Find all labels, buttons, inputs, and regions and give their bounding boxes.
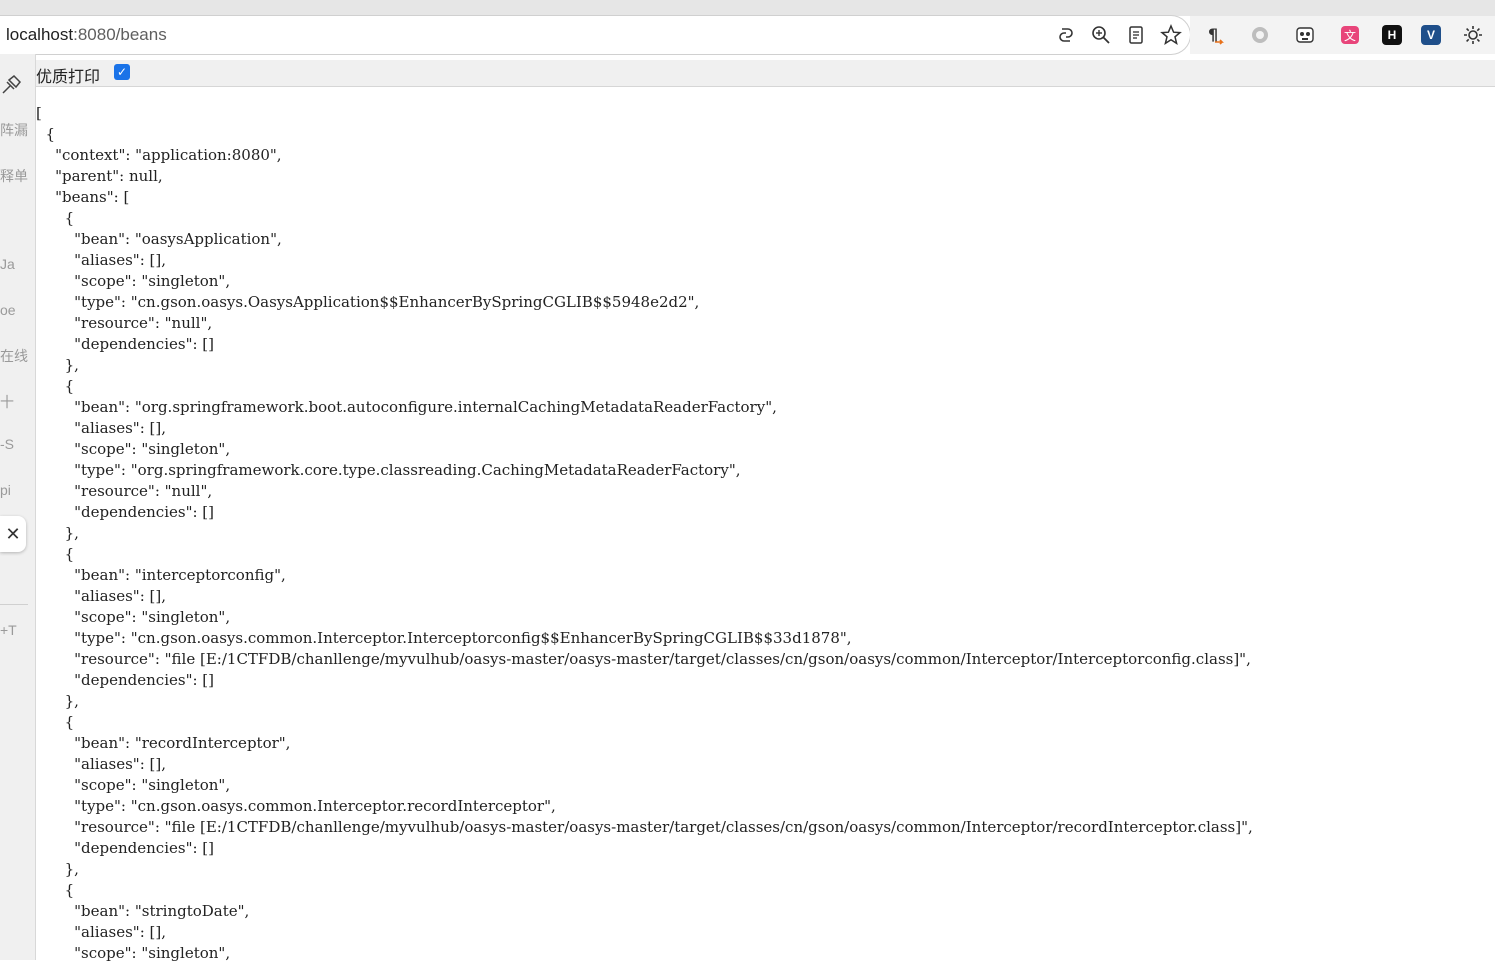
json-line: "scope": "singleton",	[36, 944, 231, 962]
json-line: "dependencies": []	[36, 839, 215, 857]
json-line: {	[36, 377, 75, 395]
v-extension-icon[interactable]: V	[1421, 25, 1441, 45]
json-line: "bean": "org.springframework.boot.autoco…	[36, 398, 777, 416]
side-item-2[interactable]: Ja	[0, 256, 35, 272]
close-icon[interactable]: ✕	[0, 516, 26, 552]
json-line: "aliases": [],	[36, 587, 166, 605]
json-line: {	[36, 125, 56, 143]
json-line: },	[36, 524, 79, 542]
browser-top-strip	[0, 0, 1495, 16]
json-line: "scope": "singleton",	[36, 440, 231, 458]
json-line: {	[36, 209, 75, 227]
json-line: },	[36, 860, 79, 878]
side-item-3[interactable]: oe	[0, 302, 35, 318]
side-item-6[interactable]: -S	[0, 436, 35, 452]
translate-extension-icon[interactable]: 文	[1337, 22, 1363, 48]
address-bar-actions	[1053, 22, 1184, 48]
address-bar[interactable]: localhost:8080/beans	[0, 16, 1190, 54]
json-line: "context": "application:8080",	[36, 146, 282, 164]
json-line: [	[36, 104, 42, 122]
json-line: {	[36, 713, 75, 731]
side-item-4[interactable]: 在线	[0, 346, 35, 366]
json-line: "resource": "null",	[36, 314, 213, 332]
side-panel: 阵漏 释单 Ja oe 在线 十 -S pi ✕ +T	[0, 54, 36, 960]
json-line: "type": "cn.gson.oasys.common.Intercepto…	[36, 629, 852, 647]
side-item-7[interactable]: pi	[0, 482, 35, 498]
url-host: localhost	[6, 25, 74, 44]
json-line: "type": "cn.gson.oasys.common.Intercepto…	[36, 797, 556, 815]
json-line: {	[36, 545, 75, 563]
side-item-8[interactable]: +T	[0, 622, 35, 638]
svg-text:文: 文	[1344, 28, 1356, 43]
json-line: "bean": "stringtoDate",	[36, 902, 250, 920]
json-line: "type": "cn.gson.oasys.OasysApplication$…	[36, 293, 700, 311]
json-line: "bean": "recordInterceptor",	[36, 734, 291, 752]
svg-text:¶: ¶	[1208, 25, 1218, 44]
json-line: },	[36, 692, 79, 710]
json-line: "scope": "singleton",	[36, 608, 231, 626]
json-line: "aliases": [],	[36, 419, 166, 437]
pretty-print-checkbox[interactable]: ✓	[114, 64, 130, 80]
json-line: "scope": "singleton",	[36, 776, 231, 794]
json-line: },	[36, 356, 79, 374]
settings-extension-icon[interactable]	[1460, 22, 1486, 48]
json-line: "resource": "null",	[36, 482, 213, 500]
json-line: "resource": "file [E:/1CTFDB/chanllenge/…	[36, 650, 1251, 668]
h-extension-icon[interactable]: H	[1382, 25, 1402, 45]
url-path: :8080/beans	[73, 25, 167, 44]
pretty-print-bar: 优质打印 ✓	[36, 60, 1495, 87]
json-line: "aliases": [],	[36, 923, 166, 941]
json-line: {	[36, 881, 75, 899]
pretty-print-label: 优质打印	[36, 67, 101, 86]
zoom-icon[interactable]	[1088, 22, 1114, 48]
side-item-1[interactable]: 释单	[0, 166, 35, 186]
json-line: "dependencies": []	[36, 503, 215, 521]
pilcrow-extension-icon[interactable]: ¶	[1202, 22, 1228, 48]
json-line: "scope": "singleton",	[36, 272, 231, 290]
json-line: "beans": [	[36, 188, 130, 206]
extensions-toolbar: ¶ 文 H V	[1190, 16, 1495, 54]
circle-extension-icon[interactable]	[1247, 22, 1273, 48]
json-line: "parent": null,	[36, 167, 163, 185]
json-line: "type": "org.springframework.core.type.c…	[36, 461, 741, 479]
url-text[interactable]: localhost:8080/beans	[6, 25, 167, 45]
copilot-icon[interactable]	[1053, 22, 1079, 48]
json-line: "bean": "interceptorconfig",	[36, 566, 286, 584]
json-line: "resource": "file [E:/1CTFDB/chanllenge/…	[36, 818, 1253, 836]
json-line: "dependencies": []	[36, 671, 215, 689]
side-item-5[interactable]: 十	[0, 392, 35, 412]
json-line: "dependencies": []	[36, 335, 215, 353]
side-divider	[0, 604, 28, 605]
pin-icon[interactable]	[0, 74, 35, 99]
json-line: "bean": "oasysApplication",	[36, 230, 282, 248]
json-line: "aliases": [],	[36, 251, 166, 269]
side-item-0[interactable]: 阵漏	[0, 120, 35, 140]
json-content: [ { "context": "application:8080", "pare…	[36, 103, 1495, 964]
json-line: "aliases": [],	[36, 755, 166, 773]
panda-extension-icon[interactable]	[1292, 22, 1318, 48]
reader-mode-icon[interactable]	[1123, 22, 1149, 48]
favorite-star-icon[interactable]	[1158, 22, 1184, 48]
